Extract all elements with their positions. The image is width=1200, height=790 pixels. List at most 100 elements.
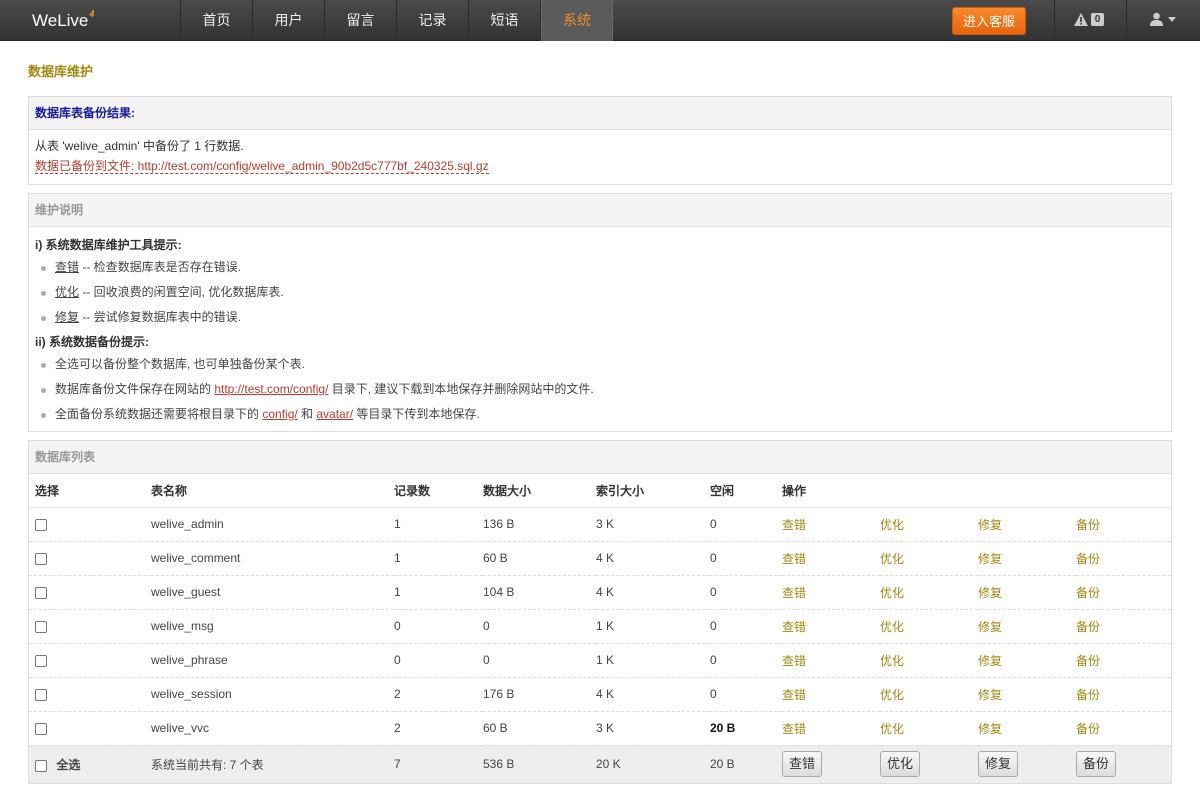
backup-link[interactable]: 备份 <box>1076 552 1100 566</box>
backup-file-path[interactable]: 数据已备份到文件: http://test.com/config/welive_… <box>35 156 1165 176</box>
data-size: 104 B <box>483 575 596 610</box>
optimize-link[interactable]: 优化 <box>880 518 904 532</box>
data-size: 136 B <box>483 507 596 542</box>
check-link[interactable]: 查错 <box>782 620 806 634</box>
repair-link[interactable]: 修复 <box>978 654 1002 668</box>
record-count: 0 <box>394 609 483 644</box>
table-name: welive_admin <box>151 507 394 542</box>
backup-link[interactable]: 备份 <box>1076 586 1100 600</box>
total-data-size: 536 B <box>483 745 596 783</box>
check-link[interactable]: 查错 <box>782 688 806 702</box>
alert-count-badge: 0 <box>1091 13 1104 26</box>
col-data-size: 数据大小 <box>483 474 596 508</box>
table-name: welive_comment <box>151 541 394 576</box>
row-checkbox[interactable] <box>35 654 47 667</box>
select-all-checkbox[interactable] <box>35 759 47 772</box>
record-count: 2 <box>394 711 483 746</box>
nav-item-system[interactable]: 系统 <box>541 0 613 41</box>
total-index-size: 20 K <box>596 745 710 783</box>
backup-link[interactable]: 备份 <box>1076 688 1100 702</box>
optimize-link[interactable]: 优化 <box>880 552 904 566</box>
check-link[interactable]: 查错 <box>782 518 806 532</box>
check-all-button[interactable]: 查错 <box>782 751 822 778</box>
table-row: welive_vvc 2 60 B 3 K 20 B 查错 优化 修复 备份 <box>29 711 1171 746</box>
tool-tips-list: 查错 -- 检查数据库表是否存在错误. 优化 -- 回收浪费的闲置空间, 优化数… <box>35 255 1165 330</box>
main-nav: 首页 用户 留言 记录 短语 系统 <box>180 0 613 41</box>
index-size: 4 K <box>596 541 710 576</box>
backup-tips-title: ii) 系统数据备份提示: <box>35 335 149 349</box>
alerts-button[interactable]: 0 <box>1074 13 1104 26</box>
backup-tips-list: 全选可以备份整个数据库, 也可单独备份某个表. 数据库备份文件保存在网站的 ht… <box>35 352 1165 427</box>
col-records: 记录数 <box>394 474 483 508</box>
table-name: welive_msg <box>151 609 394 644</box>
data-size: 0 <box>483 609 596 644</box>
row-checkbox[interactable] <box>35 722 47 735</box>
backup-link[interactable]: 备份 <box>1076 620 1100 634</box>
app-logo[interactable]: WeLive4 <box>32 9 94 31</box>
check-link[interactable]: 查错 <box>782 722 806 736</box>
repair-link[interactable]: 修复 <box>978 586 1002 600</box>
config-folder-link[interactable]: config/ <box>262 407 297 421</box>
table-row: welive_comment 1 60 B 4 K 0 查错 优化 修复 备份 <box>29 541 1171 576</box>
total-free: 20 B <box>710 745 782 783</box>
backup-link[interactable]: 备份 <box>1076 722 1100 736</box>
repair-link[interactable]: 修复 <box>978 552 1002 566</box>
warning-icon <box>1074 13 1088 26</box>
page-title: 数据库维护 <box>28 64 94 79</box>
user-icon <box>1150 12 1163 26</box>
check-link[interactable]: 查错 <box>782 552 806 566</box>
backup-link[interactable]: 备份 <box>1076 654 1100 668</box>
repair-link[interactable]: 修复 <box>978 518 1002 532</box>
user-menu[interactable] <box>1150 12 1176 26</box>
select-all-label[interactable]: 全选 <box>56 758 80 772</box>
repair-all-button[interactable]: 修复 <box>978 751 1018 778</box>
backup-link[interactable]: 备份 <box>1076 518 1100 532</box>
data-size: 60 B <box>483 541 596 576</box>
row-checkbox[interactable] <box>35 688 47 701</box>
optimize-link[interactable]: 优化 <box>880 688 904 702</box>
free-space: 0 <box>710 643 782 678</box>
nav-item-records[interactable]: 记录 <box>397 0 469 41</box>
top-navbar: WeLive4 首页 用户 留言 记录 短语 系统 进入客服 0 <box>0 0 1200 41</box>
config-dir-link[interactable]: http://test.com/config/ <box>214 382 328 396</box>
optimize-link[interactable]: 优化 <box>880 620 904 634</box>
repair-link[interactable]: 修复 <box>978 722 1002 736</box>
enter-support-button[interactable]: 进入客服 <box>952 7 1026 35</box>
row-checkbox[interactable] <box>35 620 47 633</box>
repair-link[interactable]: 修复 <box>978 620 1002 634</box>
row-checkbox[interactable] <box>35 586 47 599</box>
check-link[interactable]: 查错 <box>782 586 806 600</box>
optimize-all-button[interactable]: 优化 <box>880 751 920 778</box>
index-size: 4 K <box>596 575 710 610</box>
backup-all-button[interactable]: 备份 <box>1076 751 1116 778</box>
avatar-folder-link[interactable]: avatar/ <box>316 407 353 421</box>
list-item: 查错 -- 检查数据库表是否存在错误. <box>35 255 1165 280</box>
table-row: welive_phrase 0 0 1 K 0 查错 优化 修复 备份 <box>29 643 1171 678</box>
nav-item-phrases[interactable]: 短语 <box>469 0 541 41</box>
list-item: 优化 -- 回收浪费的闲置空间, 优化数据库表. <box>35 280 1165 305</box>
free-space: 0 <box>710 609 782 644</box>
optimize-link[interactable]: 优化 <box>880 654 904 668</box>
check-link[interactable]: 查错 <box>782 654 806 668</box>
row-checkbox[interactable] <box>35 552 47 565</box>
total-records: 7 <box>394 745 483 783</box>
maintenance-panel: 维护说明 i) 系统数据库维护工具提示: 查错 -- 检查数据库表是否存在错误.… <box>28 193 1172 432</box>
backup-result-heading: 数据库表备份结果: <box>29 97 1171 130</box>
data-size: 60 B <box>483 711 596 746</box>
table-row: welive_guest 1 104 B 4 K 0 查错 优化 修复 备份 <box>29 575 1171 610</box>
table-name: welive_guest <box>151 575 394 610</box>
optimize-link[interactable]: 优化 <box>880 722 904 736</box>
nav-item-messages[interactable]: 留言 <box>325 0 397 41</box>
db-list-heading: 数据库列表 <box>29 441 1171 474</box>
data-size: 176 B <box>483 677 596 712</box>
table-name: welive_session <box>151 677 394 712</box>
row-checkbox[interactable] <box>35 518 47 531</box>
optimize-link[interactable]: 优化 <box>880 586 904 600</box>
backup-result-panel: 数据库表备份结果: 从表 'welive_admin' 中备份了 1 行数据. … <box>28 96 1172 185</box>
nav-item-home[interactable]: 首页 <box>181 0 253 41</box>
record-count: 1 <box>394 507 483 542</box>
nav-item-users[interactable]: 用户 <box>253 0 325 41</box>
table-row: welive_session 2 176 B 4 K 0 查错 优化 修复 备份 <box>29 677 1171 712</box>
repair-link[interactable]: 修复 <box>978 688 1002 702</box>
index-size: 1 K <box>596 643 710 678</box>
